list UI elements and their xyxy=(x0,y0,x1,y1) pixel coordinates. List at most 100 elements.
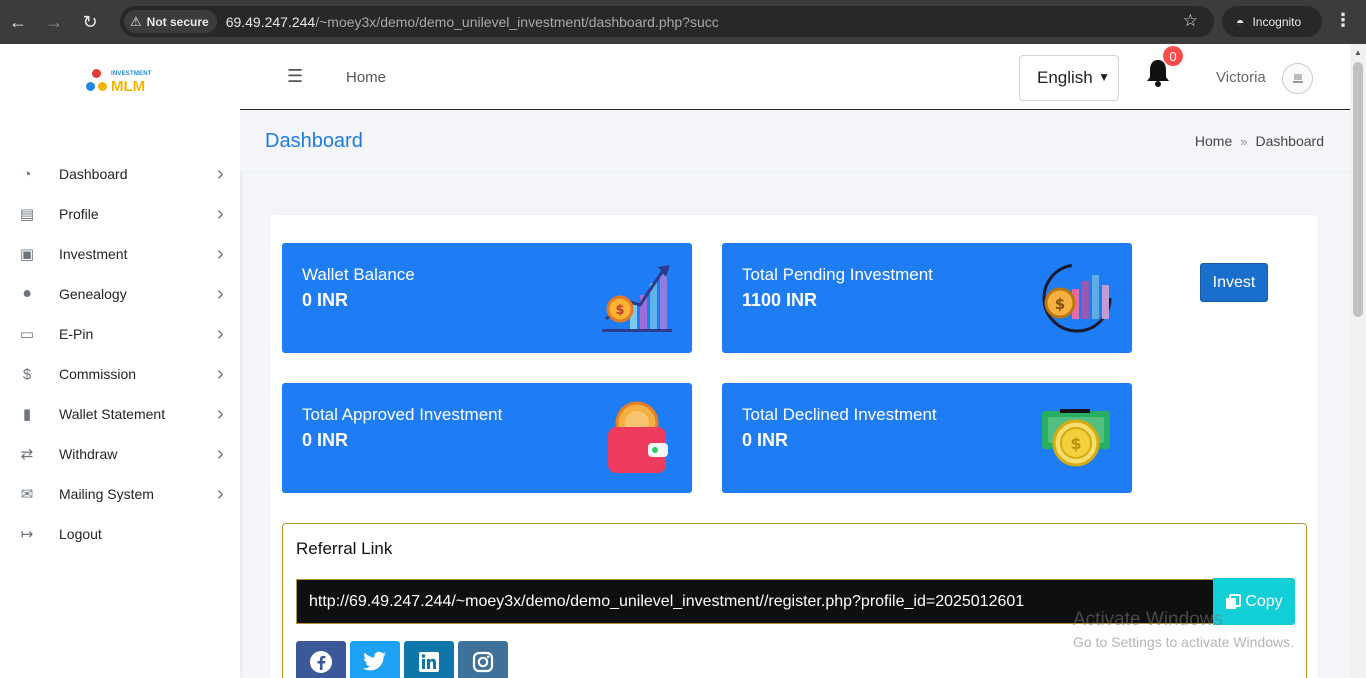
sidebar-item-label: Wallet Statement xyxy=(59,406,166,422)
sidebar-item-label: Mailing System xyxy=(59,486,154,502)
sidebar-item-profile[interactable]: ▤ Profile › xyxy=(0,194,240,234)
sidebar-item-label: Dashboard xyxy=(59,166,128,182)
credit-card-icon: ▭ xyxy=(19,326,35,343)
wallet-coin-icon xyxy=(608,401,668,473)
stat-card-pending-investment[interactable]: Total Pending Investment 1100 INR $ xyxy=(722,243,1132,353)
copy-label: Copy xyxy=(1245,592,1283,610)
referral-section: Referral Link http://69.49.247.244/~moey… xyxy=(282,523,1307,678)
stat-value: 1100 INR xyxy=(742,290,818,310)
sidebar-item-investment[interactable]: ▣ Investment › xyxy=(0,234,240,274)
instagram-icon xyxy=(472,651,494,673)
chevron-right-icon: › xyxy=(217,202,224,225)
linkedin-share-button[interactable] xyxy=(404,641,454,678)
page-header: Dashboard Home » Dashboard xyxy=(240,110,1350,172)
breadcrumb-home[interactable]: Home xyxy=(1195,133,1232,149)
id-card-icon: ▤ xyxy=(19,206,35,223)
breadcrumb-current: Dashboard xyxy=(1255,133,1325,149)
envelope-icon: ✉ xyxy=(20,486,34,503)
chevron-right-icon: › xyxy=(217,162,224,185)
sidebar-menu: ◔ Dashboard › ▤ Profile › ▣ Investment › ⚫ Genealo… xyxy=(0,154,240,554)
notification-badge: 0 xyxy=(1163,46,1183,66)
chevron-down-icon: ▼ xyxy=(1098,70,1110,84)
hamburger-menu-icon[interactable]: ☰ xyxy=(287,66,303,87)
sitemap-icon: ⚫ xyxy=(20,286,34,303)
sidebar-item-commission[interactable]: $ Commission › xyxy=(0,354,240,394)
chevron-right-icon: › xyxy=(217,402,224,425)
briefcase-icon: ▮ xyxy=(22,406,32,423)
twitter-share-button[interactable] xyxy=(350,641,400,678)
incognito-label: Incognito xyxy=(1252,14,1302,29)
stat-value: 0 INR xyxy=(302,430,349,450)
stat-title: Total Approved Investment xyxy=(302,405,503,424)
watermark-line-1: Activate Windows xyxy=(1073,609,1223,630)
sidebar-item-mailing-system[interactable]: ✉ Mailing System › xyxy=(0,474,240,514)
top-header: ☰ Home English ▼ 0 Victoria xyxy=(240,44,1350,110)
pending-investment-icon: $ xyxy=(1042,263,1112,333)
invest-button[interactable]: Invest xyxy=(1200,263,1268,302)
referral-title: Referral Link xyxy=(296,539,393,558)
scroll-up-arrow-icon[interactable]: ▲ xyxy=(1354,48,1362,57)
chevron-right-icon: › xyxy=(217,442,224,465)
back-button[interactable]: ← xyxy=(0,0,36,44)
forward-button[interactable]: → xyxy=(36,0,72,44)
facebook-icon xyxy=(310,651,332,673)
sidebar: INVESTMENT MLM ◔ Dashboard › ▤ Profile › ▣ Inve… xyxy=(0,44,240,678)
copy-icon xyxy=(1226,593,1242,609)
incognito-icon: ◓ xyxy=(1236,13,1245,30)
double-chevron-right-icon: » xyxy=(1240,133,1248,149)
logo-mark-icon xyxy=(85,69,111,93)
facebook-share-button[interactable] xyxy=(296,641,346,678)
user-name[interactable]: Victoria xyxy=(1216,69,1266,86)
url-path: /~moey3x/demo/demo_unilevel_investment/d… xyxy=(315,13,719,30)
browser-menu-icon[interactable]: ⋮ xyxy=(1334,10,1352,31)
header-home-link[interactable]: Home xyxy=(346,69,386,86)
sidebar-item-withdraw[interactable]: ⇄ Withdraw › xyxy=(0,434,240,474)
sidebar-item-label: Investment xyxy=(59,246,128,262)
stat-title: Wallet Balance xyxy=(302,265,415,284)
stat-card-approved-investment[interactable]: Total Approved Investment 0 INR xyxy=(282,383,692,493)
sidebar-item-dashboard[interactable]: ◔ Dashboard › xyxy=(0,154,240,194)
sidebar-item-logout[interactable]: ↦ Logout xyxy=(0,514,240,554)
stat-title: Total Pending Investment xyxy=(742,265,933,284)
page-scrollbar[interactable]: ▲ xyxy=(1350,44,1366,678)
bookmark-star-icon[interactable]: ☆ xyxy=(1183,11,1198,31)
money-bill-icon: ▣ xyxy=(19,246,35,263)
svg-text:$: $ xyxy=(1070,434,1081,453)
windows-activation-watermark: Activate Windows Go to Settings to activ… xyxy=(1073,609,1294,650)
address-bar[interactable]: ⚠ Not secure 69.49.247.244/~moey3x/demo/… xyxy=(120,6,1214,37)
security-indicator[interactable]: ⚠ Not secure xyxy=(124,10,217,33)
user-avatar[interactable] xyxy=(1282,63,1313,94)
logo-big-text: MLM xyxy=(111,78,146,95)
gauge-icon: ◔ xyxy=(22,165,32,183)
watermark-line-2: Go to Settings to activate Windows. xyxy=(1073,634,1294,650)
scrollbar-thumb[interactable] xyxy=(1353,62,1363,317)
url-host: 69.49.247.244 xyxy=(225,13,316,30)
browser-toolbar: ← → ↻ ⚠ Not secure 69.49.247.244/~moey3x… xyxy=(0,0,1366,44)
svg-text:$: $ xyxy=(615,303,624,318)
brand-logo[interactable]: INVESTMENT MLM xyxy=(0,44,240,110)
chevron-right-icon: › xyxy=(217,282,224,305)
sidebar-item-wallet-statement[interactable]: ▮ Wallet Statement › xyxy=(0,394,240,434)
chevron-right-icon: › xyxy=(217,362,224,385)
cash-coin-icon: $ xyxy=(1042,409,1110,467)
language-select[interactable]: English ▼ xyxy=(1019,55,1119,101)
chevron-right-icon: › xyxy=(217,482,224,505)
url-text: 69.49.247.244/~moey3x/demo/demo_unilevel… xyxy=(226,14,719,30)
stat-title: Total Declined Investment xyxy=(742,405,937,424)
stat-value: 0 INR xyxy=(742,430,789,450)
page-title: Dashboard xyxy=(265,130,363,152)
sidebar-item-label: Logout xyxy=(59,526,102,542)
language-value: English xyxy=(1037,68,1093,87)
incognito-indicator[interactable]: ◓ Incognito xyxy=(1222,6,1322,37)
security-label: Not secure xyxy=(146,14,209,29)
avatar-icon xyxy=(1292,73,1303,83)
svg-text:$: $ xyxy=(1055,295,1065,313)
instagram-share-button[interactable] xyxy=(458,641,508,678)
sidebar-item-genealogy[interactable]: ⚫ Genealogy › xyxy=(0,274,240,314)
stat-card-declined-investment[interactable]: Total Declined Investment 0 INR $ xyxy=(722,383,1132,493)
stat-card-wallet-balance[interactable]: Wallet Balance 0 INR $ xyxy=(282,243,692,353)
logo-small-text: INVESTMENT xyxy=(111,71,152,77)
reload-button[interactable]: ↻ xyxy=(72,0,108,44)
social-share-buttons xyxy=(296,641,508,678)
sidebar-item-e-pin[interactable]: ▭ E-Pin › xyxy=(0,314,240,354)
